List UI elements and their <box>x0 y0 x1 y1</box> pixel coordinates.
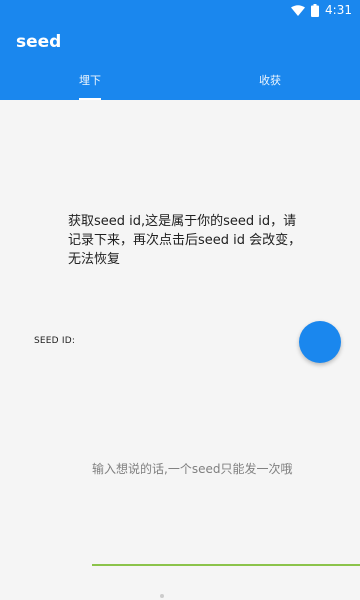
tab-harvest-label: 收获 <box>259 74 281 87</box>
status-time: 4:31 <box>325 3 352 17</box>
seed-id-label: SEED ID: <box>34 336 76 346</box>
tab-bury-label: 埋下 <box>79 74 101 87</box>
status-bar: 4:31 <box>0 0 360 22</box>
message-input[interactable] <box>92 460 342 500</box>
main-content: 获取seed id,这是属于你的seed id，请记录下来，再次点击后seed … <box>0 100 360 600</box>
tab-harvest[interactable]: 收获 <box>180 70 360 100</box>
wifi-icon <box>291 4 306 16</box>
app-title: seed <box>16 32 62 52</box>
battery-icon <box>311 3 320 17</box>
get-seed-id-button[interactable] <box>299 321 341 363</box>
app-bar: seed 埋下 收获 <box>0 22 360 100</box>
status-icons: 4:31 <box>291 3 352 17</box>
seed-info-text: 获取seed id,这是属于你的seed id，请记录下来，再次点击后seed … <box>68 214 302 267</box>
input-underline <box>92 564 360 566</box>
tab-bury[interactable]: 埋下 <box>0 70 180 100</box>
scroll-hint-dot <box>160 594 164 598</box>
tab-bar: 埋下 收获 <box>0 70 360 100</box>
